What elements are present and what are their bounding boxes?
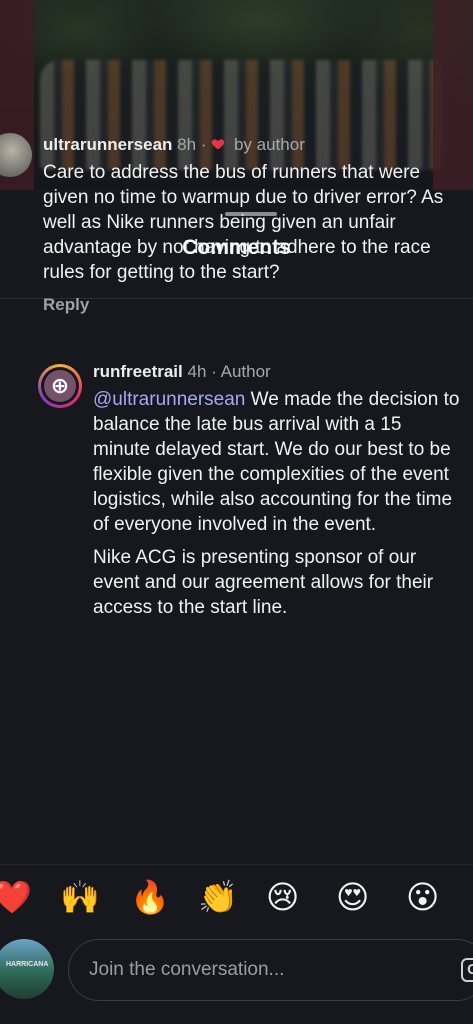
reply-text-part-2: Nike ACG is presenting sponsor of our ev… [93, 547, 434, 618]
reaction-surprised-icon[interactable]: 😮 [406, 877, 439, 917]
reply-text-part-1: We made the decision to balance the late… [93, 389, 460, 535]
reply-meta: runfreetrail 4h · Author [93, 361, 463, 383]
mention-link[interactable]: @ultrarunnersean [93, 389, 245, 410]
reaction-heart-eyes-icon[interactable]: 😍 [336, 877, 369, 917]
reaction-crying-icon[interactable]: 😢 [266, 877, 299, 917]
comment-meta: ultrarunnersean 8h · by author [43, 134, 463, 156]
my-avatar: HARRICANA [0, 939, 54, 999]
reaction-fire-icon[interactable]: 🔥 [130, 877, 170, 917]
author-avatar[interactable]: ⊕ [38, 364, 82, 408]
comment-username[interactable]: ultrarunnersean [43, 135, 172, 154]
quick-reactions-bar: ❤️ 🙌 🔥 👏 😢 😍 😮 [0, 864, 473, 935]
reply-text: @ultrarunnersean We made the decision to… [93, 387, 463, 537]
runfreetrail-logo-icon: ⊕ [44, 370, 76, 402]
liked-by-author-label: by author [233, 135, 305, 154]
comment-item: ultrarunnersean 8h · by author Care to a… [43, 134, 463, 315]
comment-input[interactable]: Join the conversation... G [68, 939, 473, 1001]
meta-separator: · [200, 135, 207, 154]
comment-time: 8h [177, 135, 197, 154]
composer-bar: HARRICANA Join the conversation... G [0, 934, 473, 1024]
heart-icon [212, 139, 225, 150]
avatar-text: HARRICANA [6, 961, 49, 968]
reaction-raised-hands-icon[interactable]: 🙌 [60, 877, 100, 917]
meta-separator: · [211, 362, 217, 381]
reaction-heart-icon[interactable]: ❤️ [0, 877, 32, 917]
reaction-clap-icon[interactable]: 👏 [198, 877, 238, 917]
reply-username[interactable]: runfreetrail [93, 362, 183, 381]
reply-item: runfreetrail 4h · Author @ultrarunnersea… [93, 361, 463, 620]
comment-input-placeholder: Join the conversation... [89, 959, 285, 980]
author-badge: Author [220, 362, 271, 381]
comment-text: Care to address the bus of runners that … [43, 162, 444, 283]
reply-button[interactable]: Reply [43, 295, 463, 315]
reply-time: 4h [187, 362, 207, 381]
gif-icon[interactable]: G [461, 958, 473, 982]
